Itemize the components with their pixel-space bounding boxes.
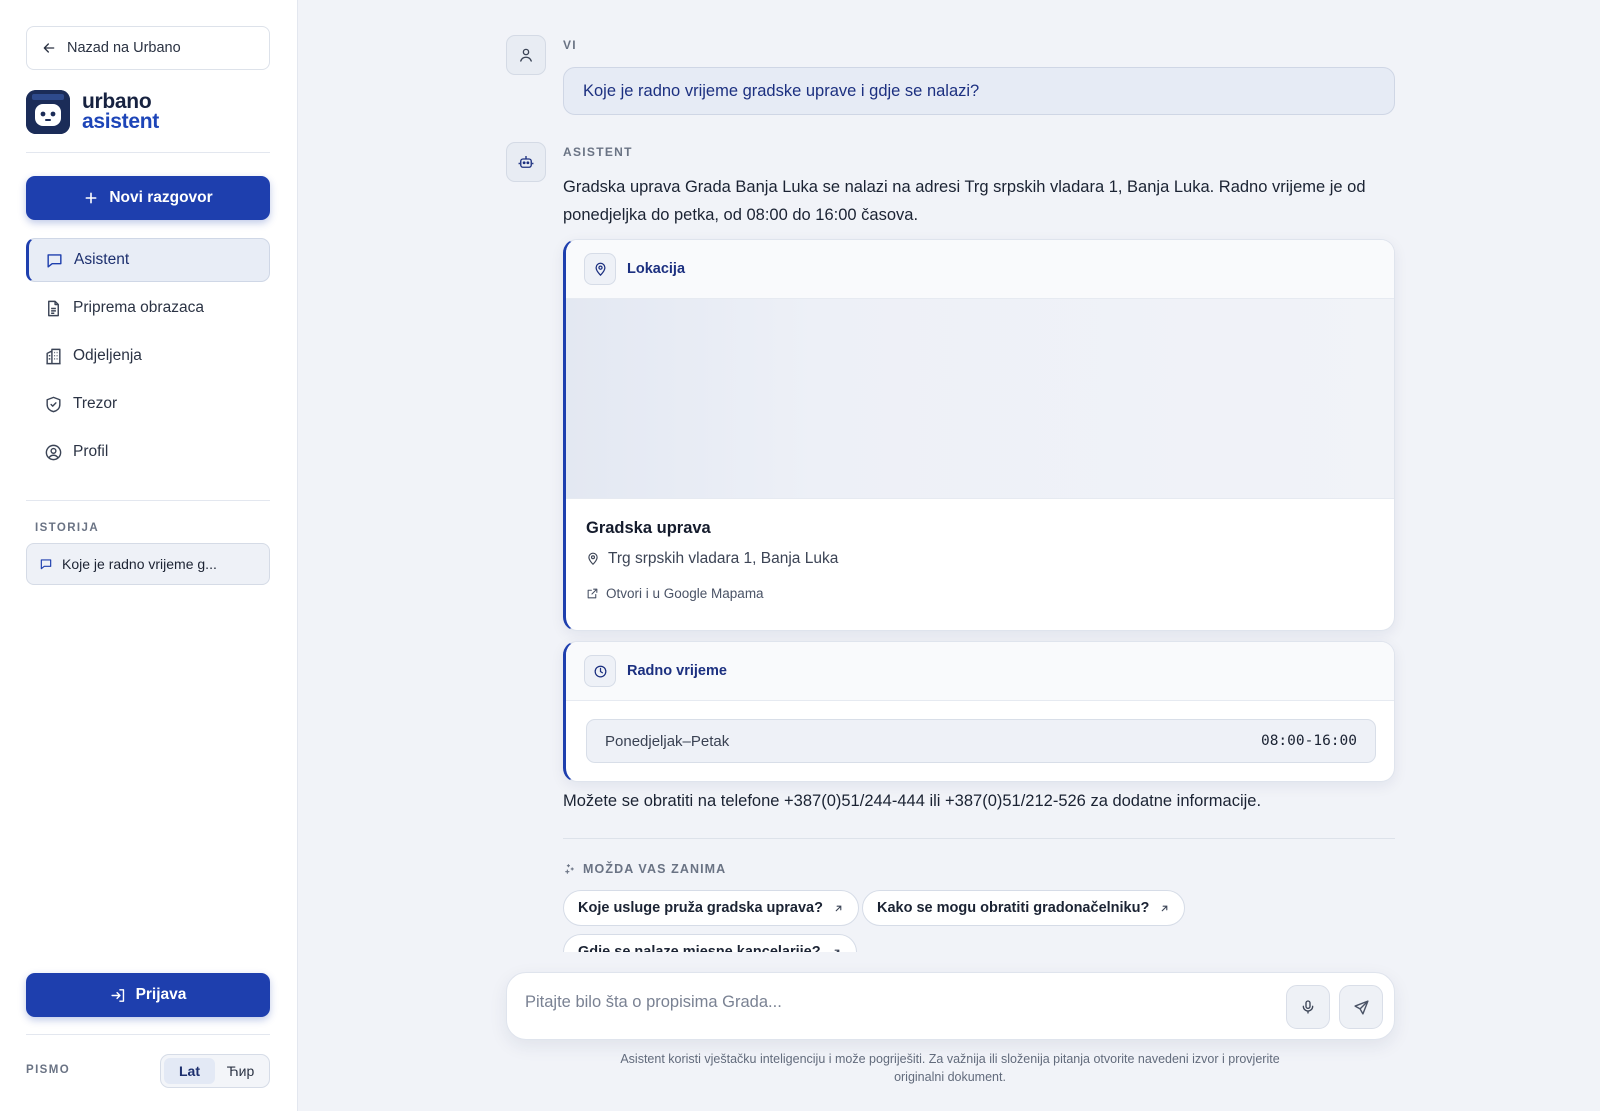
sidebar-item-label: Priprema obrazaca — [73, 299, 204, 316]
sidebar-nav: Asistent Priprema obrazaca Odjeljenja Tr… — [26, 238, 270, 478]
assistant-answer: Gradska uprava Grada Banja Luka se nalaz… — [563, 178, 1366, 224]
divider — [563, 838, 1395, 839]
chat-icon — [47, 253, 62, 268]
suggestions-title-text: MOŽDA VAS ZANIMA — [583, 862, 727, 876]
login-label: Prijava — [135, 986, 187, 1003]
clock-icon — [584, 655, 616, 687]
arrow-left-icon — [43, 43, 55, 53]
history-item[interactable]: Koje je radno vrijeme g... — [26, 543, 270, 585]
sidebar-item-label: Profil — [73, 443, 109, 460]
plus-icon — [85, 192, 97, 204]
user-avatar — [506, 35, 546, 75]
sidebar-item-label: Trezor — [73, 395, 118, 412]
login-icon — [110, 988, 124, 1002]
script-toggle: Lat Ћир — [160, 1054, 270, 1088]
shield-icon — [46, 396, 61, 412]
map-pin-icon — [584, 253, 616, 285]
new-chat-button[interactable]: Novi razgovor — [26, 176, 270, 220]
script-option-latin[interactable]: Lat — [164, 1058, 215, 1084]
robot-icon — [518, 156, 534, 168]
suggestion-chip[interactable]: Kako se mogu obratiti gradonačelniku? — [862, 890, 1186, 926]
suggestion-chip[interactable]: Koje usluge pruža gradska uprava? — [563, 890, 859, 926]
user-role-label: VI — [563, 38, 577, 52]
back-to-urbano-button[interactable]: Nazad na Urbano — [26, 26, 270, 70]
user-icon — [520, 48, 532, 62]
sidebar-item-label: Odjeljenja — [73, 347, 142, 364]
ai-disclaimer: Asistent koristi vještačku inteligenciju… — [620, 1052, 1280, 1084]
place-address-text: Trg srpskih vladara 1, Banja Luka — [608, 550, 839, 567]
history-item-label: Koje je radno vrijeme g... — [62, 556, 217, 572]
suggestions-title: MOŽDA VAS ZANIMA — [563, 862, 726, 876]
map-pin-icon — [588, 552, 598, 566]
hours-card: Radno vrijeme Ponedjeljak–Petak 08:00-16… — [563, 641, 1395, 782]
sidebar-item-profil[interactable]: Profil — [26, 430, 270, 474]
document-icon — [48, 300, 59, 316]
sidebar-item-odjeljenja[interactable]: Odjeljenja — [26, 334, 270, 378]
sidebar-item-asistent[interactable]: Asistent — [26, 238, 270, 282]
hours-day: Ponedjeljak–Petak — [605, 732, 730, 750]
open-google-maps-label: Otvori i u Google Mapama — [606, 586, 764, 601]
back-label: Nazad na Urbano — [67, 40, 181, 56]
message-input[interactable] — [525, 987, 1265, 1017]
logo-text-urbano: urbano — [82, 90, 152, 113]
logo: urbano asistent — [26, 90, 159, 134]
sidebar-item-label: Asistent — [74, 251, 130, 268]
suggestion-label: Gdje se nalaze mjesne kancelarije? — [578, 944, 821, 952]
new-chat-label: Novi razgovor — [109, 189, 213, 206]
user-circle-icon — [45, 444, 62, 460]
logo-text-asistent: asistent — [82, 110, 159, 133]
arrow-up-right-icon — [835, 905, 842, 911]
sidebar: Nazad na Urbano urbano asistent Novi raz… — [0, 0, 298, 1111]
divider — [26, 152, 270, 153]
message-composer — [506, 972, 1395, 1040]
hours-row: Ponedjeljak–Petak 08:00-16:00 — [586, 719, 1376, 763]
suggestions-list: Koje usluge pruža gradska uprava? Kako s… — [563, 890, 1395, 952]
robot-logo-icon — [26, 90, 70, 134]
open-google-maps-link[interactable]: Otvori i u Google Mapama — [586, 586, 1394, 601]
script-option-cyrillic[interactable]: Ћир — [215, 1058, 266, 1084]
arrow-up-right-icon — [1161, 905, 1168, 911]
assistant-avatar — [506, 142, 546, 182]
login-button[interactable]: Prijava — [26, 973, 270, 1017]
hours-time: 08:00-16:00 — [1260, 733, 1357, 749]
send-icon — [1353, 999, 1369, 1015]
chat-icon — [40, 559, 52, 570]
place-address: Trg srpskih vladara 1, Banja Luka — [586, 550, 1394, 568]
external-link-icon — [587, 588, 598, 599]
sidebar-item-priprema-obrazaca[interactable]: Priprema obrazaca — [26, 286, 270, 330]
contact-text: Možete se obratiti na telefone +387(0)51… — [563, 792, 1262, 810]
location-card-title: Lokacija — [627, 261, 686, 277]
hours-card-title: Radno vrijeme — [627, 663, 727, 679]
sidebar-item-trezor[interactable]: Trezor — [26, 382, 270, 426]
map-placeholder[interactable] — [566, 299, 1394, 499]
place-name: Gradska uprava — [586, 519, 711, 537]
microphone-icon — [1302, 1000, 1314, 1014]
suggestion-label: Kako se mogu obratiti gradonačelniku? — [877, 900, 1150, 916]
suggestion-chip[interactable]: Gdje se nalaze mjesne kancelarije? — [563, 934, 857, 952]
suggestion-label: Koje usluge pruža gradska uprava? — [578, 900, 823, 916]
divider — [26, 1034, 270, 1035]
assistant-role-label: ASISTENT — [563, 145, 633, 159]
building-icon — [46, 348, 61, 364]
sparkles-icon — [565, 863, 574, 874]
location-card: Lokacija Gradska uprava Trg srpskih vlad… — [563, 239, 1395, 631]
arrow-up-right-icon — [834, 949, 839, 952]
hours-card-header: Radno vrijeme — [566, 642, 1394, 701]
script-label: PISMO — [26, 1064, 71, 1076]
divider — [26, 500, 270, 501]
history-title: ISTORIJA — [35, 522, 100, 534]
user-message: Koje je radno vrijeme gradske uprave i g… — [563, 67, 1395, 115]
send-button[interactable] — [1339, 985, 1383, 1029]
location-card-header: Lokacija — [566, 240, 1394, 299]
microphone-button[interactable] — [1286, 985, 1330, 1029]
